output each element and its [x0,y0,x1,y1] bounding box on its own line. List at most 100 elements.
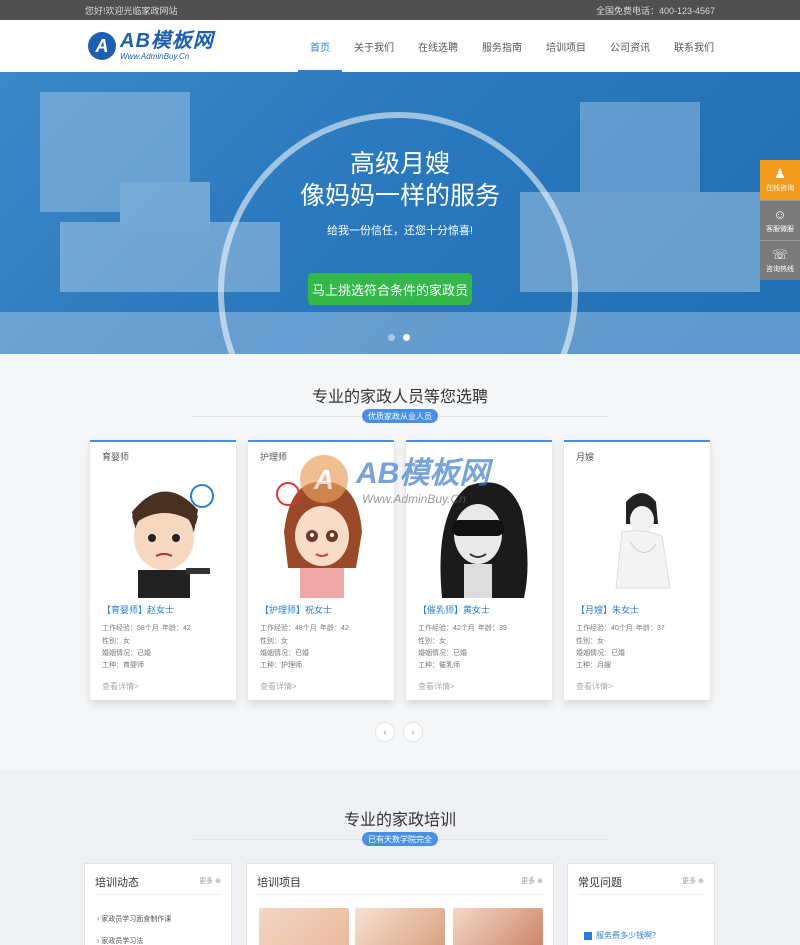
staff-card-marital: 婚姻情况：已婚 [102,650,151,657]
top-bar: 您好!欢迎光临家政网站 全国免费电话：400-123-4567 [0,0,800,20]
site-logo[interactable]: A AB模板网 Www.AdminBuy.Cn [88,31,214,61]
training-news-item-label: 家政员学习法 [101,938,144,945]
faq-bullet-icon [584,931,592,940]
staff-card[interactable]: 护理师 【护理师】祝女士 工作经验：48个月 年龄：42 性别：女 婚姻情况：已… [248,440,394,700]
hero-cta-button[interactable]: 马上挑选符合条件的家政员 [308,273,472,305]
plus-circle-icon: ⊕ [698,878,704,885]
hero-banner: 高级月嫂 像妈妈一样的服务 给我一份信任，还您十分惊喜! 马上挑选符合条件的家政… [0,72,800,354]
staff-card-job: 工种：催乳师 [418,662,460,669]
faq-more[interactable]: 更多 ⊕ [682,876,704,886]
section-staff-badge: 优质家政从业人员 [362,409,438,423]
faq-more-label: 更多 [682,878,697,885]
staff-carousel: 育婴师 【育婴师】赵女士 工作经验：58个月 年龄：42 性别：女 婚姻情况：已… [90,440,712,700]
carousel-prev-button[interactable]: ‹ [375,722,395,742]
logo-text: AB模板网 Www.AdminBuy.Cn [120,31,214,61]
staff-card-job: 工种：育婴师 [102,662,144,669]
hotline-text: 全国免费电话：400-123-4567 [595,5,715,16]
faq-title: 常见问题 [578,877,622,889]
nav-contact[interactable]: 联系我们 [662,20,726,72]
faq-item[interactable]: 服务费多少钱啊？ [584,930,660,941]
nav-news[interactable]: 公司资讯 [598,20,662,72]
staff-card-marital: 婚姻情况：已婚 [418,650,467,657]
hero-subtitle: 给我一份信任，还您十分惊喜! [326,225,474,237]
training-projects-more[interactable]: 更多 ⊕ [521,876,543,886]
staff-card-category: 护理师 [260,452,288,462]
training-projects-more-label: 更多 [521,878,536,885]
staff-portrait-image [428,472,532,598]
staff-card-category: 育婴师 [102,452,130,462]
welcome-text: 您好!欢迎光临家政网站 [85,5,178,16]
nav-about[interactable]: 关于我们 [342,20,406,72]
staff-card-more-link[interactable]: 查看详情> [576,681,613,692]
carousel-dot-1[interactable] [388,334,395,341]
faq-panel: 常见问题 更多 ⊕ 服务费多少钱啊？ [567,863,715,945]
staff-card-name[interactable]: 【育婴师】赵女士 [102,603,174,616]
hero-title-line1: 高级月嫂 [349,150,450,178]
staff-card-job: 工种：月嫂 [576,662,611,669]
staff-card-name[interactable]: 【月嫂】朱女士 [576,603,639,616]
staff-card-gender: 性别：女 [576,638,604,645]
qq-icon: ♟ [774,166,786,181]
hero-title-line2: 像妈妈一样的服务 [299,182,500,210]
float-phone-label: 咨询热线 [766,265,794,273]
staff-card-marital: 婚姻情况：已婚 [260,650,309,657]
section-staff-title: 专业的家政人员等您选聘 [311,389,488,406]
main-nav: 首页 关于我们 在线选聘 服务指南 培训项目 公司资讯 联系我们 [298,20,726,72]
staff-card-gender: 性别：女 [418,638,446,645]
staff-portrait-image [270,472,374,598]
carousel-dots [388,334,410,341]
staff-card-experience: 工作经验：58个月 [102,625,159,632]
chevron-right-icon: › [411,727,415,737]
staff-card-gender: 性别：女 [260,638,288,645]
carousel-next-button[interactable]: › [403,722,423,742]
training-projects-panel: 培训项目 更多 ⊕ [246,863,554,945]
staff-card-more-link[interactable]: 查看详情> [260,681,297,692]
phone-icon: ☏ [771,246,789,262]
chevron-left-icon: ‹ [383,727,387,737]
float-service-label: 客服微服 [766,225,794,233]
staff-card-experience: 工作经验：42个月 [418,625,475,632]
training-news-more[interactable]: 更多 ⊕ [199,876,221,886]
section-training-title: 专业的家政培训 [343,812,456,829]
training-news-item[interactable]: › 家政员学习法 [97,936,143,945]
nav-hire[interactable]: 在线选聘 [406,20,470,72]
carousel-dot-2[interactable] [403,334,410,341]
nav-training[interactable]: 培训项目 [534,20,598,72]
float-qq-button[interactable]: ♟ 在线咨询 [760,160,800,200]
staff-card[interactable]: 育婴师 【育婴师】赵女士 工作经验：58个月 年龄：42 性别：女 婚姻情况：已… [90,440,236,700]
plus-circle-icon: ⊕ [537,878,543,885]
training-project-image[interactable] [259,908,349,945]
floating-contact-bar: ♟ 在线咨询 ☺ 客服微服 ☏ 咨询热线 [760,160,800,280]
staff-card-age: 年龄：42 [320,625,349,632]
panel-divider [578,894,704,895]
staff-card[interactable]: 【催乳师】黄女士 工作经验：42个月 年龄：39 性别：女 婚姻情况：已婚 工种… [406,440,552,700]
staff-card[interactable]: 月嫂 【月嫂】朱女士 工作经验：40个月 年龄：37 性别：女 婚姻情况：已婚 … [564,440,710,700]
staff-card-name[interactable]: 【催乳师】黄女士 [418,603,490,616]
staff-card-more-link[interactable]: 查看详情> [102,681,139,692]
training-project-image[interactable] [355,908,445,945]
staff-card-gender: 性别：女 [102,638,130,645]
staff-card-age: 年龄：39 [478,625,507,632]
staff-card-category: 月嫂 [576,452,595,462]
staff-card-experience: 工作经验：40个月 [576,625,633,632]
training-news-item-label: 家政员学习面食制作课 [101,916,172,923]
staff-card-job: 工种：护理师 [260,662,302,669]
nav-guide[interactable]: 服务指南 [470,20,534,72]
plus-circle-icon: ⊕ [215,878,221,885]
panel-divider [95,894,221,895]
training-project-image[interactable] [453,908,543,945]
training-news-panel: 培训动态 更多 ⊕ › 家政员学习面食制作课 › 家政员学习法 [84,863,232,945]
staff-card-name[interactable]: 【护理师】祝女士 [260,603,332,616]
nav-home[interactable]: 首页 [298,20,342,72]
section-training-badge: 已有天数学院完全 [362,832,438,846]
float-qq-label: 在线咨询 [766,185,794,192]
staff-carousel-arrows: ‹ › [375,722,423,742]
float-service-button[interactable]: ☺ 客服微服 [760,200,800,240]
training-news-title: 培训动态 [95,877,139,889]
training-news-item[interactable]: › 家政员学习面食制作课 [97,914,171,924]
float-phone-button[interactable]: ☏ 咨询热线 [760,240,800,280]
logo-title: AB模板网 [120,30,214,52]
faq-item-label: 服务费多少钱啊？ [596,931,660,940]
staff-card-more-link[interactable]: 查看详情> [418,681,455,692]
staff-card-age: 年龄：42 [162,625,191,632]
